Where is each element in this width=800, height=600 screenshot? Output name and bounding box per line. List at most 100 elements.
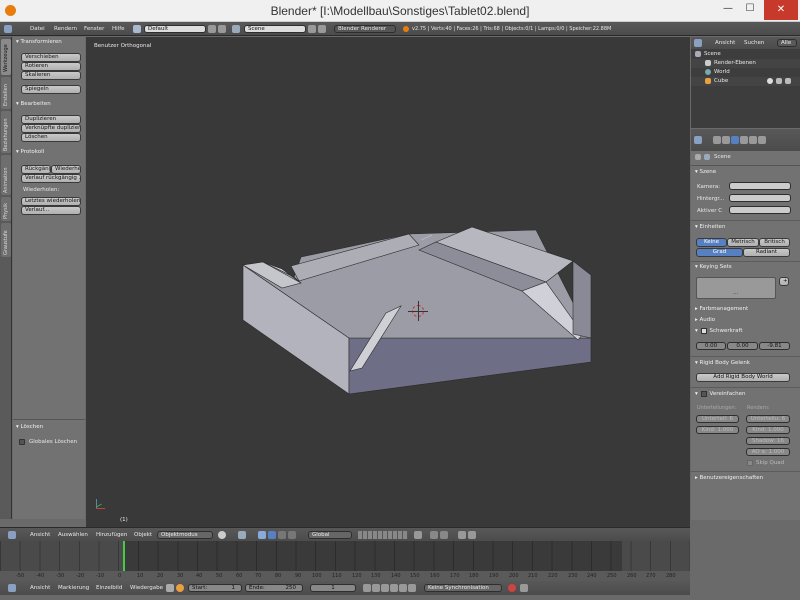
global-delete-checkbox[interactable] (19, 439, 25, 445)
delete-button[interactable]: Löschen (21, 133, 81, 142)
keying-add-button[interactable]: + (779, 277, 789, 286)
minimize-button[interactable]: — (718, 3, 738, 14)
background-field[interactable] (729, 194, 791, 202)
tab-relations[interactable]: Beziehungen (1, 111, 11, 153)
lock-icon[interactable] (414, 531, 422, 539)
menu-help[interactable]: Hilfe (112, 26, 125, 32)
panel-history-header[interactable]: ▾ Protokoll (16, 149, 44, 155)
next-keyframe-icon[interactable] (399, 584, 407, 592)
menu-window[interactable]: Fenster (84, 26, 104, 32)
properties-editor-icon[interactable] (694, 136, 702, 144)
ao-samples-field[interactable]: AO a: 1.000 (746, 448, 790, 456)
unit-imperial-button[interactable]: Britisch (759, 238, 790, 247)
render-preview-icon[interactable] (458, 531, 466, 539)
menu-file[interactable]: Datei (30, 26, 45, 32)
panel-custom-props-header[interactable]: ▸ Benutzereigenschaften (695, 475, 763, 481)
clock-icon[interactable] (176, 584, 184, 592)
timeline-menu-marker[interactable]: Markierung (58, 585, 89, 591)
selectable-arrow-icon[interactable] (776, 78, 782, 84)
menu-render[interactable]: Rendern (54, 26, 77, 32)
duplicate-button[interactable]: Duplizieren (21, 115, 81, 124)
panel-simplify-header[interactable]: ▾ Vereinfachen (695, 391, 745, 397)
panel-transform-header[interactable]: ▾ Transformieren (16, 39, 62, 45)
layout-icon[interactable] (133, 25, 141, 33)
subdivision-field[interactable]: Unterteil: 6 (696, 415, 739, 423)
unit-metric-button[interactable]: Metrisch (727, 238, 759, 247)
object-tab-icon[interactable] (749, 136, 757, 144)
translate-button[interactable]: Verschieben (21, 53, 81, 62)
tab-create[interactable]: Erstellen (1, 77, 11, 109)
panel-rigid-body-header[interactable]: ▾ Rigid Body Gelenk (695, 360, 750, 366)
operator-header[interactable]: ▾ Löschen (16, 424, 43, 430)
render-layers-tab-icon[interactable] (722, 136, 730, 144)
outliner-tab-search[interactable]: Suchen (744, 40, 764, 46)
tab-grease-pencil[interactable]: Graustufe (1, 223, 11, 257)
remove-layout-icon[interactable] (218, 25, 226, 33)
menu-add[interactable]: Hinzufügen (96, 532, 127, 538)
panel-scene-header[interactable]: ▾ Szene (695, 169, 716, 175)
redo-button[interactable]: Wiederher (51, 165, 81, 174)
timeline[interactable]: -50 -40 -30 -20 -10 0 10 20 30 40 50 60 … (0, 541, 690, 581)
timeline-menu-playback[interactable]: Wiedergabe (130, 585, 163, 591)
tab-tools[interactable]: Werkzeuge (1, 39, 11, 75)
scale-button[interactable]: Skalieren (21, 71, 81, 80)
play-icon[interactable] (390, 584, 398, 592)
timeline-menu-view[interactable]: Ansicht (30, 585, 50, 591)
record-icon[interactable] (508, 584, 516, 592)
tab-animation[interactable]: Animation (1, 155, 11, 195)
panel-color-mgmt-header[interactable]: ▸ Farbmanagement (695, 306, 748, 312)
menu-select[interactable]: Auswählen (58, 532, 88, 538)
panel-gravity-header[interactable]: ▾ Schwerkraft (695, 328, 742, 334)
render-child-particles-field[interactable]: Kind: 1.000 (746, 426, 790, 434)
remove-scene-icon[interactable] (318, 25, 326, 33)
outliner-row-cube[interactable]: Cube (691, 77, 800, 86)
preview-range-icon[interactable] (166, 584, 174, 592)
shading-icon[interactable] (218, 531, 226, 539)
3d-viewport[interactable]: Benutzer Orthogonal (1) (86, 37, 690, 527)
outliner-row-render-layers[interactable]: Render-Ebenen (691, 59, 800, 68)
jump-end-icon[interactable] (408, 584, 416, 592)
render-engine-select[interactable]: Blender Renderer (334, 25, 396, 33)
world-tab-icon[interactable] (740, 136, 748, 144)
orientation-select[interactable]: Global (308, 531, 352, 539)
panel-audio-header[interactable]: ▸ Audio (695, 317, 715, 323)
render-camera-icon[interactable] (785, 78, 791, 84)
constraints-tab-icon[interactable] (758, 136, 766, 144)
mirror-button[interactable]: Spiegeln (21, 85, 81, 94)
child-particles-field[interactable]: Kind: 1.000 (696, 426, 739, 434)
outliner-editor-icon[interactable] (694, 39, 702, 47)
prev-keyframe-icon[interactable] (372, 584, 380, 592)
sync-select[interactable]: Keine Synchronisation (424, 584, 502, 592)
manipulator-icon[interactable] (258, 531, 266, 539)
gravity-checkbox[interactable] (701, 328, 707, 334)
shadow-samples-field[interactable]: Shadow: 16 (746, 437, 790, 445)
add-scene-icon[interactable] (308, 25, 316, 33)
current-frame-field[interactable]: 1 (310, 584, 356, 592)
simplify-checkbox[interactable] (701, 391, 707, 397)
panel-edit-header[interactable]: ▾ Bearbeiten (16, 101, 51, 107)
scene-tab-icon[interactable] (731, 136, 739, 144)
snap-icon[interactable] (430, 531, 438, 539)
angle-degrees-button[interactable]: Grad (696, 248, 743, 257)
keying-set-icon[interactable] (520, 584, 528, 592)
cube-mesh[interactable] (86, 37, 690, 527)
duplicate-linked-button[interactable]: Verknüpfte duplizieren (21, 124, 81, 133)
scene-icon[interactable] (232, 25, 240, 33)
outliner-tab-view[interactable]: Ansicht (715, 40, 735, 46)
layout-select[interactable]: Default (144, 25, 206, 33)
menu-view[interactable]: Ansicht (30, 532, 50, 538)
outliner-row-scene[interactable]: Scene (691, 50, 800, 59)
outliner-row-world[interactable]: World (691, 68, 800, 77)
camera-field[interactable] (729, 182, 791, 190)
rotate-manip-icon[interactable] (278, 531, 286, 539)
keying-sets-list[interactable]: ... (696, 277, 776, 299)
visibility-eye-icon[interactable] (767, 78, 773, 84)
timeline-menu-frame[interactable]: Einzelbild (96, 585, 122, 591)
add-layout-icon[interactable] (208, 25, 216, 33)
angle-radians-button[interactable]: Radiant (743, 248, 790, 257)
undo-button[interactable]: Rückgängig (21, 165, 51, 174)
rotate-button[interactable]: Rotieren (21, 62, 81, 71)
render-subdivision-field[interactable]: Unterteilu: 6 (746, 415, 790, 423)
tab-physics[interactable]: Physik (1, 197, 11, 221)
translate-manip-icon[interactable] (268, 531, 276, 539)
